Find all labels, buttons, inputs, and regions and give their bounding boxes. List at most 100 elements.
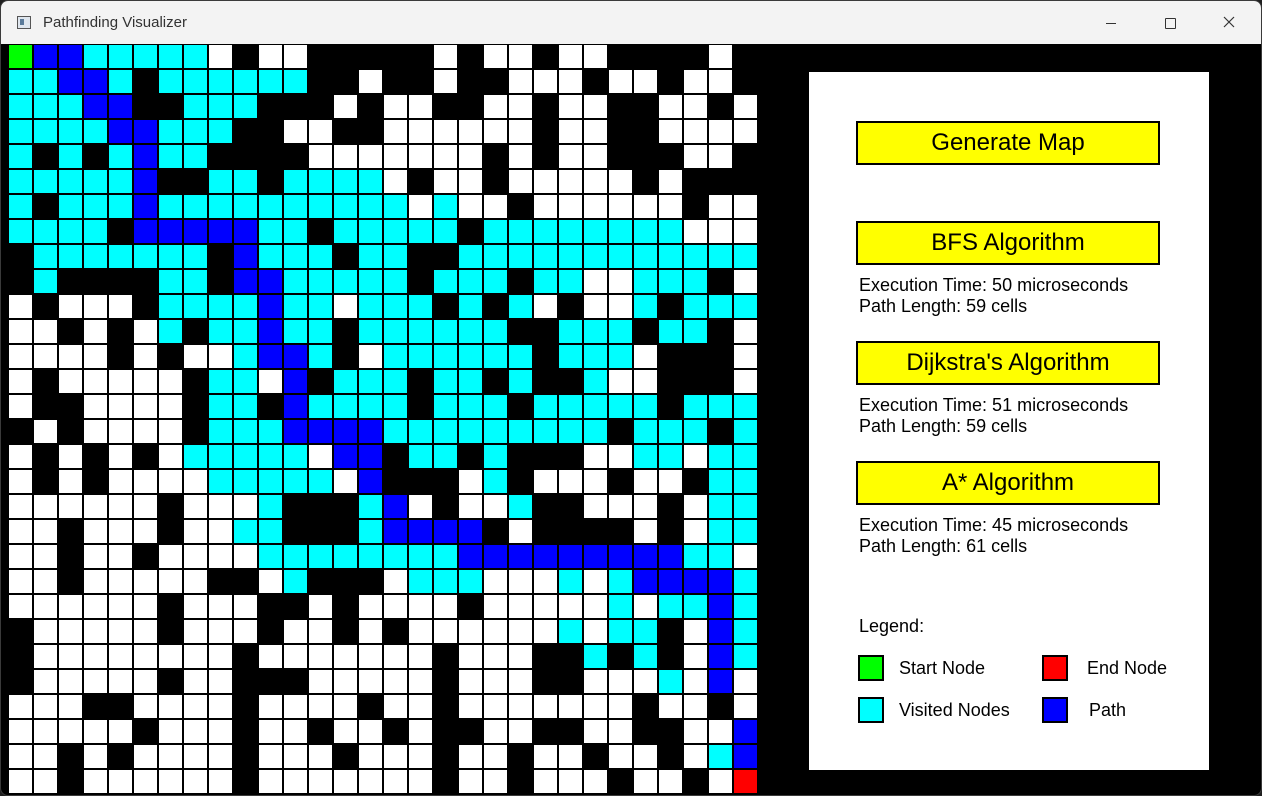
visited-cell[interactable] (283, 244, 308, 269)
dijkstra-button[interactable]: Dijkstra's Algorithm (856, 341, 1160, 385)
empty-cell[interactable] (583, 294, 608, 319)
visited-cell[interactable] (308, 244, 333, 269)
visited-cell[interactable] (633, 644, 658, 669)
empty-cell[interactable] (508, 169, 533, 194)
visited-cell[interactable] (683, 544, 708, 569)
visited-cell[interactable] (233, 344, 258, 369)
empty-cell[interactable] (608, 744, 633, 769)
path-cell[interactable] (83, 94, 108, 119)
empty-cell[interactable] (433, 169, 458, 194)
empty-cell[interactable] (58, 619, 83, 644)
empty-cell[interactable] (283, 769, 308, 794)
visited-cell[interactable] (483, 344, 508, 369)
visited-cell[interactable] (383, 344, 408, 369)
wall-cell[interactable] (658, 519, 683, 544)
empty-cell[interactable] (333, 644, 358, 669)
visited-cell[interactable] (358, 244, 383, 269)
empty-cell[interactable] (558, 694, 583, 719)
empty-cell[interactable] (133, 394, 158, 419)
empty-cell[interactable] (333, 694, 358, 719)
empty-cell[interactable] (33, 569, 58, 594)
empty-cell[interactable] (658, 469, 683, 494)
visited-cell[interactable] (58, 119, 83, 144)
wall-cell[interactable] (333, 594, 358, 619)
wall-cell[interactable] (583, 744, 608, 769)
wall-cell[interactable] (333, 494, 358, 519)
visited-cell[interactable] (508, 219, 533, 244)
empty-cell[interactable] (108, 719, 133, 744)
empty-cell[interactable] (33, 494, 58, 519)
path-cell[interactable] (233, 244, 258, 269)
empty-cell[interactable] (133, 744, 158, 769)
empty-cell[interactable] (8, 519, 33, 544)
visited-cell[interactable] (633, 294, 658, 319)
empty-cell[interactable] (183, 344, 208, 369)
empty-cell[interactable] (508, 94, 533, 119)
wall-cell[interactable] (333, 319, 358, 344)
wall-cell[interactable] (333, 519, 358, 544)
empty-cell[interactable] (683, 219, 708, 244)
empty-cell[interactable] (608, 444, 633, 469)
visited-cell[interactable] (558, 319, 583, 344)
visited-cell[interactable] (383, 419, 408, 444)
visited-cell[interactable] (133, 244, 158, 269)
visited-cell[interactable] (533, 269, 558, 294)
empty-cell[interactable] (83, 519, 108, 544)
visited-cell[interactable] (83, 219, 108, 244)
wall-cell[interactable] (233, 144, 258, 169)
wall-cell[interactable] (233, 769, 258, 794)
empty-cell[interactable] (133, 369, 158, 394)
empty-cell[interactable] (383, 744, 408, 769)
path-cell[interactable] (508, 544, 533, 569)
empty-cell[interactable] (258, 769, 283, 794)
wall-cell[interactable] (508, 469, 533, 494)
visited-cell[interactable] (608, 319, 633, 344)
empty-cell[interactable] (483, 569, 508, 594)
wall-cell[interactable] (433, 469, 458, 494)
empty-cell[interactable] (83, 394, 108, 419)
visited-cell[interactable] (383, 369, 408, 394)
empty-cell[interactable] (33, 319, 58, 344)
empty-cell[interactable] (633, 669, 658, 694)
visited-cell[interactable] (358, 169, 383, 194)
empty-cell[interactable] (483, 719, 508, 744)
empty-cell[interactable] (683, 719, 708, 744)
wall-cell[interactable] (608, 644, 633, 669)
visited-cell[interactable] (258, 244, 283, 269)
wall-cell[interactable] (533, 444, 558, 469)
visited-cell[interactable] (158, 269, 183, 294)
visited-cell[interactable] (508, 419, 533, 444)
wall-cell[interactable] (83, 269, 108, 294)
empty-cell[interactable] (733, 219, 758, 244)
path-cell[interactable] (208, 219, 233, 244)
visited-cell[interactable] (533, 219, 558, 244)
path-cell[interactable] (333, 419, 358, 444)
visited-cell[interactable] (508, 294, 533, 319)
empty-cell[interactable] (483, 619, 508, 644)
empty-cell[interactable] (83, 319, 108, 344)
empty-cell[interactable] (583, 44, 608, 69)
visited-cell[interactable] (483, 419, 508, 444)
visited-cell[interactable] (733, 644, 758, 669)
empty-cell[interactable] (308, 619, 333, 644)
empty-cell[interactable] (633, 594, 658, 619)
empty-cell[interactable] (333, 94, 358, 119)
path-cell[interactable] (108, 119, 133, 144)
visited-cell[interactable] (33, 169, 58, 194)
wall-cell[interactable] (708, 319, 733, 344)
empty-cell[interactable] (258, 369, 283, 394)
empty-cell[interactable] (33, 744, 58, 769)
visited-cell[interactable] (583, 244, 608, 269)
wall-cell[interactable] (733, 169, 758, 194)
visited-cell[interactable] (658, 419, 683, 444)
empty-cell[interactable] (133, 344, 158, 369)
empty-cell[interactable] (408, 719, 433, 744)
wall-cell[interactable] (658, 619, 683, 644)
empty-cell[interactable] (633, 369, 658, 394)
empty-cell[interactable] (8, 394, 33, 419)
visited-cell[interactable] (158, 69, 183, 94)
path-cell[interactable] (383, 519, 408, 544)
visited-cell[interactable] (608, 394, 633, 419)
empty-cell[interactable] (558, 594, 583, 619)
visited-cell[interactable] (408, 319, 433, 344)
